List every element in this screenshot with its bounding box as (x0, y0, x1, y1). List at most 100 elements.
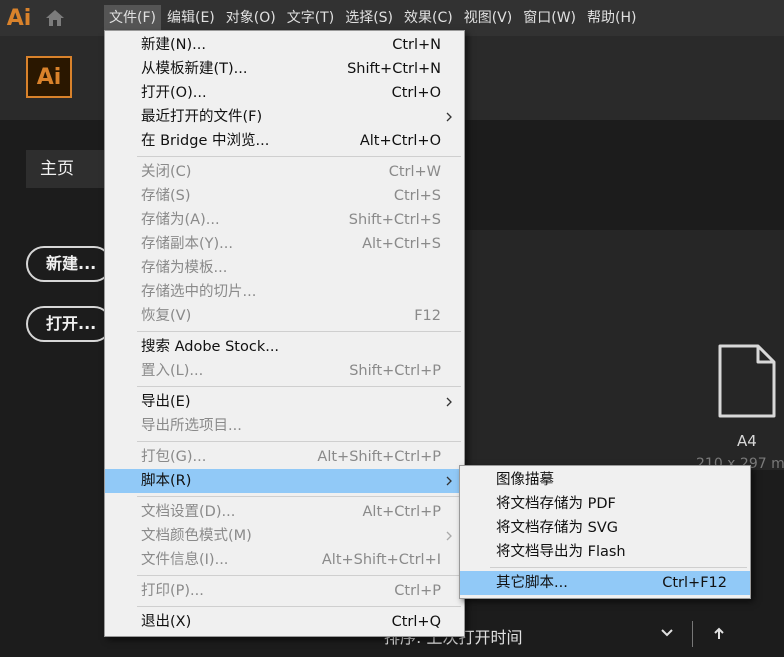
chevron-right-icon (446, 476, 452, 486)
menu-window[interactable]: 窗口(W) (518, 5, 581, 31)
menu-separator (137, 575, 461, 576)
menu-item-shortcut: Shift+Ctrl+N (347, 61, 441, 77)
menu-item-label: 打印(P)... (141, 583, 204, 599)
scripts-submenu: 图像描摹 将文档存储为 PDF 将文档存储为 SVG 将文档导出为 Flash … (459, 465, 751, 599)
app-logo: Ai (6, 5, 32, 31)
home-icon (46, 10, 64, 26)
menu-item-label: 图像描摹 (496, 472, 554, 488)
file-menu: 新建(N)... Ctrl+N 从模板新建(T)... Shift+Ctrl+N 打… (104, 30, 465, 637)
preset-name: A4 (737, 432, 757, 450)
menu-separator (137, 496, 461, 497)
menu-select[interactable]: 选择(S) (340, 5, 398, 31)
sort-ascending-icon[interactable] (713, 627, 725, 641)
menu-item-export-selection[interactable]: 导出所选项目... (105, 414, 464, 438)
menu-help[interactable]: 帮助(H) (582, 5, 641, 31)
home-button[interactable] (38, 0, 72, 36)
menu-item-label: 在 Bridge 中浏览... (141, 133, 270, 149)
menu-item-label: 脚本(R) (141, 473, 192, 489)
menu-item-shortcut: Alt+Shift+Ctrl+I (321, 552, 441, 568)
menu-item-package[interactable]: 打包(G)... Alt+Shift+Ctrl+P (105, 445, 464, 469)
menu-item-label: 退出(X) (141, 614, 192, 630)
menu-item-save-slices[interactable]: 存储选中的切片... (105, 280, 464, 304)
menu-item-save[interactable]: 存储(S) Ctrl+S (105, 184, 464, 208)
menu-item-shortcut: Ctrl+O (391, 85, 441, 101)
menu-item-open[interactable]: 打开(O)... Ctrl+O (105, 81, 464, 105)
menu-item-new[interactable]: 新建(N)... Ctrl+N (105, 33, 464, 57)
menu-item-shortcut: Shift+Ctrl+P (349, 363, 441, 379)
menu-item-shortcut: Ctrl+Q (391, 614, 441, 630)
menu-item-save-copy[interactable]: 存储副本(Y)... Alt+Ctrl+S (105, 232, 464, 256)
menu-item-shortcut: Shift+Ctrl+S (348, 212, 441, 228)
menu-item-label: 置入(L)... (141, 363, 204, 379)
menu-item-revert[interactable]: 恢复(V) F12 (105, 304, 464, 328)
menu-item-place[interactable]: 置入(L)... Shift+Ctrl+P (105, 359, 464, 383)
menu-separator (137, 156, 461, 157)
menu-item-exit[interactable]: 退出(X) Ctrl+Q (105, 610, 464, 634)
menu-item-shortcut: F12 (414, 308, 441, 324)
menu-item-label: 打包(G)... (141, 449, 207, 465)
menu-separator (137, 331, 461, 332)
menu-item-label: 存储选中的切片... (141, 284, 257, 300)
menu-object[interactable]: 对象(O) (221, 5, 281, 31)
menu-item-label: 导出所选项目... (141, 418, 242, 434)
menu-item-label: 搜索 Adobe Stock... (141, 339, 280, 355)
menu-item-open-recent[interactable]: 最近打开的文件(F) (105, 105, 464, 129)
menu-item-save-as[interactable]: 存储为(A)... Shift+Ctrl+S (105, 208, 464, 232)
menu-item-label: 文件信息(I)... (141, 552, 229, 568)
menu-item-search-stock[interactable]: 搜索 Adobe Stock... (105, 335, 464, 359)
menu-item-shortcut: Alt+Ctrl+O (359, 133, 441, 149)
menu-type[interactable]: 文字(T) (282, 5, 339, 31)
menu-item-shortcut: Ctrl+N (392, 37, 441, 53)
menu-item-shortcut: Alt+Shift+Ctrl+P (317, 449, 441, 465)
menu-item-other-script[interactable]: 其它脚本... Ctrl+F12 (460, 571, 750, 595)
menu-item-file-info[interactable]: 文件信息(I)... Alt+Shift+Ctrl+I (105, 548, 464, 572)
menu-item-label: 打开(O)... (141, 85, 207, 101)
menu-item-export[interactable]: 导出(E) (105, 390, 464, 414)
menu-item-label: 存储(S) (141, 188, 191, 204)
menu-view[interactable]: 视图(V) (459, 5, 518, 31)
menu-edit[interactable]: 编辑(E) (162, 5, 220, 31)
app-logo-large: Ai (26, 56, 72, 98)
menu-effect[interactable]: 效果(C) (399, 5, 458, 31)
menu-file[interactable]: 文件(F) (104, 5, 161, 31)
menu-item-document-color-mode[interactable]: 文档颜色模式(M) (105, 524, 464, 548)
open-button[interactable]: 打开... (26, 306, 112, 342)
menu-separator (490, 567, 747, 568)
menu-item-document-setup[interactable]: 文档设置(D)... Alt+Ctrl+P (105, 500, 464, 524)
chevron-right-icon (446, 397, 452, 407)
menu-item-export-flash[interactable]: 将文档导出为 Flash (460, 540, 750, 564)
menu-item-label: 文档颜色模式(M) (141, 528, 252, 544)
menu-separator (137, 441, 461, 442)
new-button[interactable]: 新建... (26, 246, 112, 282)
menu-item-shortcut: Ctrl+P (394, 583, 441, 599)
menu-item-save-as-template[interactable]: 存储为模板... (105, 256, 464, 280)
menu-item-label: 将文档存储为 PDF (496, 496, 616, 512)
menu-item-print[interactable]: 打印(P)... Ctrl+P (105, 579, 464, 603)
home-tab[interactable]: 主页 (26, 150, 110, 188)
menu-item-scripts[interactable]: 脚本(R) (105, 469, 464, 493)
menu-item-shortcut: Alt+Ctrl+S (362, 236, 441, 252)
menu-separator (137, 386, 461, 387)
menu-item-label: 从模板新建(T)... (141, 61, 248, 77)
menu-item-label: 存储副本(Y)... (141, 236, 233, 252)
menu-item-label: 存储为模板... (141, 260, 228, 276)
menu-item-label: 将文档导出为 Flash (496, 544, 626, 560)
menu-item-label: 导出(E) (141, 394, 191, 410)
menu-item-label: 最近打开的文件(F) (141, 109, 263, 125)
menu-item-shortcut: Ctrl+W (388, 164, 441, 180)
menu-item-new-from-template[interactable]: 从模板新建(T)... Shift+Ctrl+N (105, 57, 464, 81)
menu-item-image-trace[interactable]: 图像描摹 (460, 468, 750, 492)
menu-item-shortcut: Alt+Ctrl+P (362, 504, 441, 520)
document-preset-icon[interactable] (716, 344, 776, 418)
menu-item-browse-bridge[interactable]: 在 Bridge 中浏览... Alt+Ctrl+O (105, 129, 464, 153)
menu-item-label: 新建(N)... (141, 37, 206, 53)
menu-item-label: 其它脚本... (496, 575, 568, 591)
menu-item-label: 关闭(C) (141, 164, 192, 180)
menu-item-save-svg[interactable]: 将文档存储为 SVG (460, 516, 750, 540)
chevron-right-icon (446, 531, 452, 541)
menu-item-label: 存储为(A)... (141, 212, 220, 228)
menu-item-close[interactable]: 关闭(C) Ctrl+W (105, 160, 464, 184)
menu-item-label: 恢复(V) (141, 308, 192, 324)
menu-item-save-pdf[interactable]: 将文档存储为 PDF (460, 492, 750, 516)
chevron-down-icon[interactable] (660, 627, 674, 639)
